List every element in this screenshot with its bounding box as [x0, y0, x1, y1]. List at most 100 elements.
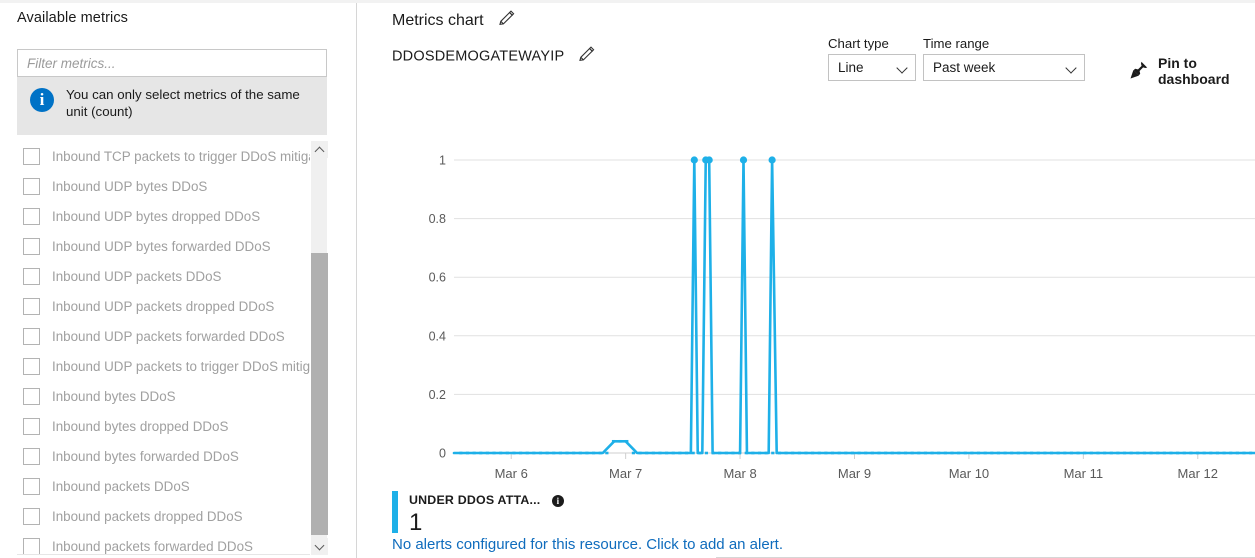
metric-checkbox[interactable]	[23, 207, 40, 225]
series-point	[684, 451, 689, 455]
scrollbar-thumb[interactable]	[311, 253, 328, 535]
metric-list-item[interactable]: Inbound bytes DDoS	[17, 381, 327, 411]
series-point	[824, 451, 828, 455]
series-point	[1069, 451, 1074, 455]
series-point	[857, 451, 861, 455]
metric-checkbox[interactable]	[23, 387, 40, 405]
metric-list-item[interactable]: Inbound TCP packets to trigger DDoS miti…	[17, 141, 327, 171]
series-point	[592, 451, 596, 455]
series-point	[1023, 451, 1027, 455]
series-point	[512, 451, 516, 455]
series-point	[718, 451, 722, 455]
series-point	[910, 451, 914, 455]
series-point	[618, 439, 622, 443]
metric-checkbox[interactable]	[23, 237, 40, 255]
series-point	[651, 451, 655, 455]
y-axis-tick-label: 0.6	[429, 271, 446, 285]
series-point	[499, 451, 503, 455]
metric-checkbox[interactable]	[23, 507, 40, 525]
series-point	[585, 451, 589, 455]
time-range-label: Time range	[923, 36, 990, 51]
metric-list-item[interactable]: Inbound UDP bytes forwarded DDoS	[17, 231, 327, 261]
series-point	[884, 451, 888, 455]
series-point	[1249, 451, 1253, 455]
series-point	[578, 451, 582, 455]
filter-metrics-input[interactable]	[17, 49, 327, 77]
metric-checkbox[interactable]	[23, 357, 40, 375]
series-point	[811, 451, 815, 455]
metric-list-item[interactable]: Inbound UDP bytes DDoS	[17, 171, 327, 201]
series-point	[1169, 451, 1173, 455]
metric-list-item[interactable]: Inbound packets forwarded DDoS	[17, 531, 327, 554]
series-point	[864, 451, 868, 455]
metric-list-item[interactable]: Inbound bytes dropped DDoS	[17, 411, 327, 441]
series-point	[505, 451, 509, 455]
series-point	[1136, 451, 1140, 455]
series-point	[970, 451, 974, 455]
series-point	[804, 451, 808, 455]
series-point	[605, 451, 609, 455]
scroll-up-arrow[interactable]	[311, 141, 328, 158]
metric-list-item[interactable]: Inbound packets dropped DDoS	[17, 501, 327, 531]
metrics-line-chart[interactable]: 0 0.2 0.4 0.6 0.8 1 Mar 6 Mar 7 Mar 8 Mar 9 Mar 10…	[358, 141, 1255, 491]
legend-info-icon[interactable]: i	[551, 495, 564, 507]
series-point	[1076, 451, 1080, 455]
metric-checkbox[interactable]	[23, 297, 40, 315]
series-point	[459, 451, 463, 455]
metric-checkbox[interactable]	[23, 447, 40, 465]
metric-list-item[interactable]: Inbound UDP packets dropped DDoS	[17, 291, 327, 321]
metric-label: Inbound bytes dropped DDoS	[52, 418, 229, 434]
metric-label: Inbound UDP packets dropped DDoS	[52, 298, 275, 314]
metric-label: Inbound UDP bytes forwarded DDoS	[52, 238, 271, 254]
metric-checkbox[interactable]	[23, 477, 40, 495]
metric-checkbox[interactable]	[23, 327, 40, 345]
chart-type-select[interactable]: Line	[828, 54, 916, 81]
series-point	[698, 451, 702, 455]
metric-list-item[interactable]: Inbound UDP bytes dropped DDoS	[17, 201, 327, 231]
series-point	[611, 439, 616, 443]
edit-chart-title-pencil-icon[interactable]	[497, 9, 516, 33]
series-point	[990, 451, 994, 455]
y-axis-tick-label: 1	[439, 154, 446, 168]
chart-legend: UNDER DDOS ATTA... i 1	[392, 491, 564, 536]
metric-checkbox[interactable]	[23, 417, 40, 435]
series-peak-marker[interactable]	[690, 156, 698, 164]
series-peak-marker[interactable]	[705, 156, 713, 164]
resource-name-text: DDOSDEMOGATEWAYIP	[392, 48, 565, 65]
series-point	[472, 451, 476, 455]
metric-list-item[interactable]: Inbound bytes forwarded DDoS	[17, 441, 327, 471]
series-peak-marker[interactable]	[768, 156, 776, 164]
series-point	[1089, 451, 1093, 455]
metrics-list-scrollbar[interactable]	[310, 141, 328, 555]
series-point	[976, 451, 981, 455]
edit-resource-name-pencil-icon[interactable]	[577, 45, 596, 68]
series-point	[917, 451, 921, 455]
series-point	[850, 451, 855, 455]
metric-checkbox[interactable]	[23, 147, 40, 165]
series-point	[996, 451, 1001, 455]
series-point	[877, 451, 881, 455]
series-point	[1116, 451, 1120, 455]
series-point	[1215, 451, 1220, 455]
scroll-down-arrow[interactable]	[311, 538, 328, 555]
metric-checkbox[interactable]	[23, 177, 40, 195]
series-point	[558, 451, 563, 455]
series-point	[598, 451, 602, 455]
metric-list-item[interactable]: Inbound UDP packets DDoS	[17, 261, 327, 291]
metric-checkbox[interactable]	[23, 537, 40, 554]
series-point	[817, 451, 821, 455]
add-alert-link[interactable]: No alerts configured for this resource. …	[392, 536, 783, 553]
time-range-select[interactable]: Past week	[923, 54, 1085, 81]
series-point	[1056, 451, 1060, 455]
metric-list-item[interactable]: Inbound packets DDoS	[17, 471, 327, 501]
series-point	[1043, 451, 1047, 455]
metric-checkbox[interactable]	[23, 267, 40, 285]
legend-text-block: UNDER DDOS ATTA... i 1	[409, 491, 564, 536]
series-peak-marker[interactable]	[739, 156, 748, 164]
pin-to-dashboard-button[interactable]: Pin to dashboard	[1130, 55, 1255, 87]
series-point	[711, 451, 715, 455]
series-point	[1182, 451, 1186, 455]
chart-type-label: Chart type	[828, 36, 889, 51]
metric-list-item[interactable]: Inbound UDP packets forwarded DDoS	[17, 321, 327, 351]
metric-list-item[interactable]: Inbound UDP packets to trigger DDoS miti…	[17, 351, 327, 381]
